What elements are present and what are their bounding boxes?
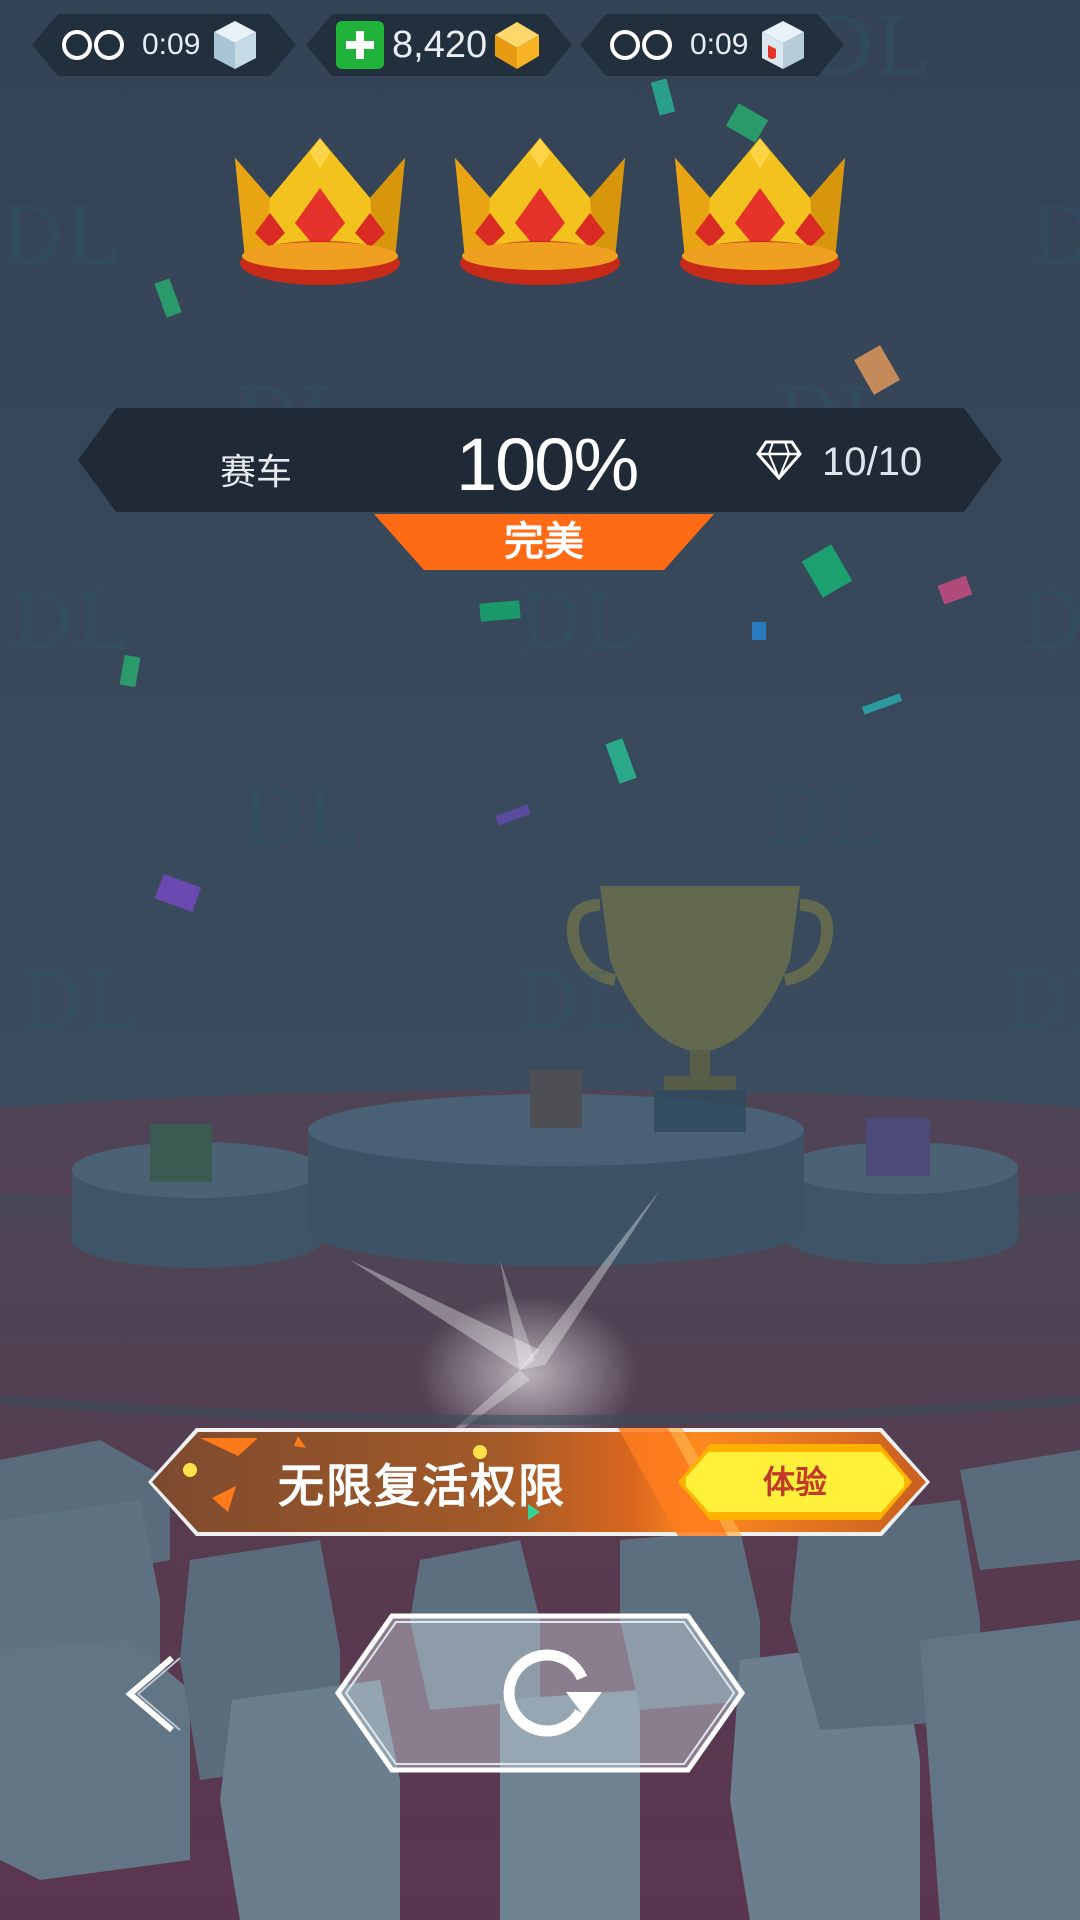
watermark: DL	[1030, 190, 1080, 283]
infinity-icon	[608, 28, 674, 62]
promo-title: 无限复活权限	[278, 1459, 566, 1513]
restart-button[interactable]	[334, 1612, 746, 1774]
back-button[interactable]	[118, 1652, 188, 1736]
watermark: DL	[10, 575, 128, 668]
watermark: DL	[515, 955, 633, 1048]
watermark: DL	[518, 575, 636, 668]
watermark: DL	[1020, 575, 1080, 668]
gold-counter[interactable]: 8,420	[306, 14, 572, 76]
watermark: DL	[240, 770, 358, 863]
ice-cube-timer: 0:09	[142, 28, 201, 61]
ice-cube-counter[interactable]: 0:09	[32, 14, 296, 76]
watermark: DL	[20, 955, 138, 1048]
watermark: DL	[0, 190, 118, 283]
rating-label: 完美	[504, 519, 584, 565]
watermark: DL	[1005, 955, 1080, 1048]
crown-icon	[235, 138, 405, 285]
shield-cube-icon	[760, 19, 806, 71]
unlimited-revive-banner[interactable]: 无限复活权限 体验	[148, 1428, 930, 1536]
shield-cube-counter[interactable]: 0:09	[580, 14, 844, 76]
crown-icon	[675, 138, 845, 285]
infinity-icon	[60, 28, 126, 62]
level-name: 赛车	[220, 452, 293, 493]
ice-cube-icon	[212, 19, 258, 71]
crown-icon	[455, 138, 625, 285]
shield-cube-timer: 0:09	[690, 28, 749, 61]
confetti	[479, 600, 521, 622]
completion-percent: 100%	[456, 423, 639, 506]
diamond-icon	[756, 440, 802, 480]
gem-count: 10/10	[822, 440, 923, 484]
gold-amount: 8,420	[392, 23, 488, 66]
add-gold-button[interactable]	[336, 21, 384, 69]
gold-gem-icon	[491, 19, 543, 71]
watermark: DL	[765, 770, 883, 863]
confetti	[752, 622, 766, 640]
trial-button-label[interactable]: 体验	[682, 1448, 908, 1516]
